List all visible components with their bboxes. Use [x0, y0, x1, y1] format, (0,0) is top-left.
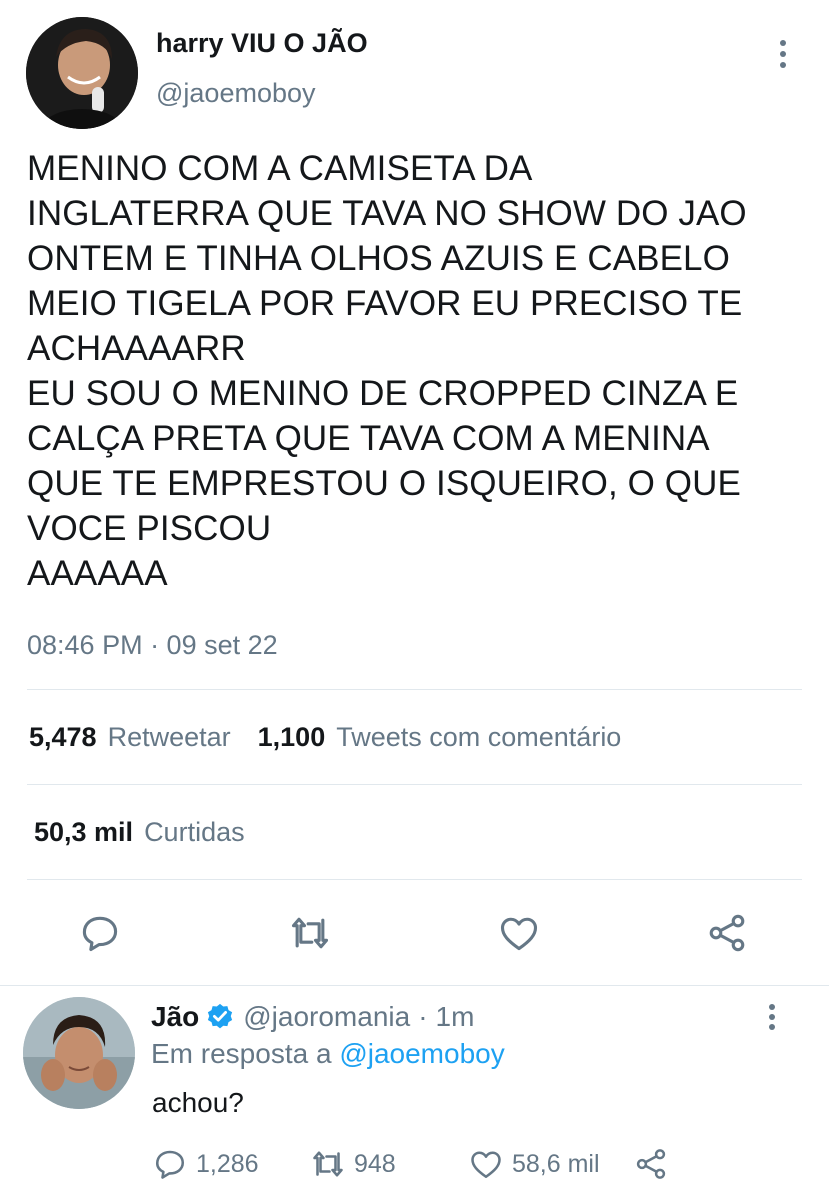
divider [0, 985, 829, 986]
retweets-count: 5,478 [29, 722, 97, 752]
reply-icon [82, 916, 118, 952]
divider [27, 879, 802, 880]
reply-retweet-button[interactable]: 948 [310, 1144, 396, 1184]
reply-reply-button[interactable]: 1,286 [152, 1144, 259, 1184]
retweet-button[interactable] [287, 910, 333, 956]
retweet-icon [291, 917, 329, 949]
reply-author-avatar[interactable] [23, 997, 135, 1109]
share-button[interactable] [704, 910, 750, 956]
author-display-name[interactable]: harry VIU O JÃO [156, 28, 368, 59]
reply-separator: · [418, 1001, 428, 1032]
divider [27, 784, 802, 785]
reply-handle[interactable]: @jaoromania [243, 1001, 410, 1033]
quote-tweets-stat[interactable]: 1,100 Tweets com comentário [258, 722, 622, 753]
reply-like-button[interactable]: 58,6 mil [468, 1144, 600, 1184]
quotes-count: 1,100 [257, 722, 326, 752]
retweets-label: Retweetar [107, 722, 231, 752]
more-options-button[interactable] [778, 40, 788, 68]
author-handle[interactable]: @jaoemoboy [156, 78, 316, 109]
verified-badge-icon [208, 1003, 233, 1029]
reply-retweet-count: 948 [354, 1149, 396, 1178]
reply-text: achou? [152, 1087, 244, 1118]
reply-share-button[interactable] [633, 1144, 669, 1184]
kebab-dot [769, 1024, 775, 1030]
author-avatar[interactable] [26, 17, 138, 129]
reply-display-name[interactable]: Jão [151, 1001, 199, 1033]
tweet-text: MENINO COM A CAMISETA DA INGLATERRA QUE … [27, 149, 747, 593]
reply-avatar-image [23, 997, 135, 1109]
reply-context: Em resposta a @jaoemoboy [151, 1038, 505, 1070]
reply-like-count: 58,6 mil [512, 1149, 600, 1178]
author-avatar-image [26, 17, 138, 129]
kebab-dot [780, 51, 786, 57]
divider [27, 689, 802, 690]
likes-stats: 50,3 mil Curtidas [34, 817, 245, 848]
reply-time[interactable]: 1m [436, 1001, 475, 1033]
tweet-timestamp[interactable]: 08:46 PM · 09 set 22 [27, 630, 278, 661]
reply-more-options-button[interactable] [767, 1004, 777, 1030]
like-button[interactable] [496, 910, 542, 956]
retweet-icon [313, 1151, 343, 1177]
reply-button[interactable] [77, 910, 123, 956]
kebab-dot [780, 62, 786, 68]
share-icon [636, 1149, 666, 1179]
engagement-stats: 5,478 Retweetar 1,100 Tweets com comentá… [29, 722, 621, 753]
reply-to-handle-link[interactable]: @jaoemoboy [339, 1038, 504, 1069]
kebab-dot [769, 1014, 775, 1020]
quotes-label: Tweets com comentário [336, 722, 622, 752]
reply-icon [155, 1150, 185, 1179]
like-icon [471, 1151, 501, 1179]
retweets-stat[interactable]: 5,478 Retweetar [29, 722, 231, 753]
kebab-dot [780, 40, 786, 46]
share-icon [709, 914, 745, 952]
kebab-dot [769, 1004, 775, 1010]
reply-to-prefix: Em resposta a [151, 1038, 332, 1069]
likes-stat[interactable]: 50,3 mil Curtidas [34, 817, 245, 848]
reply-reply-count: 1,286 [196, 1149, 259, 1178]
likes-label: Curtidas [144, 817, 245, 847]
likes-count: 50,3 mil [34, 817, 134, 847]
reply-header: Jão @jaoromania · 1m [151, 1001, 474, 1033]
like-icon [500, 917, 538, 951]
